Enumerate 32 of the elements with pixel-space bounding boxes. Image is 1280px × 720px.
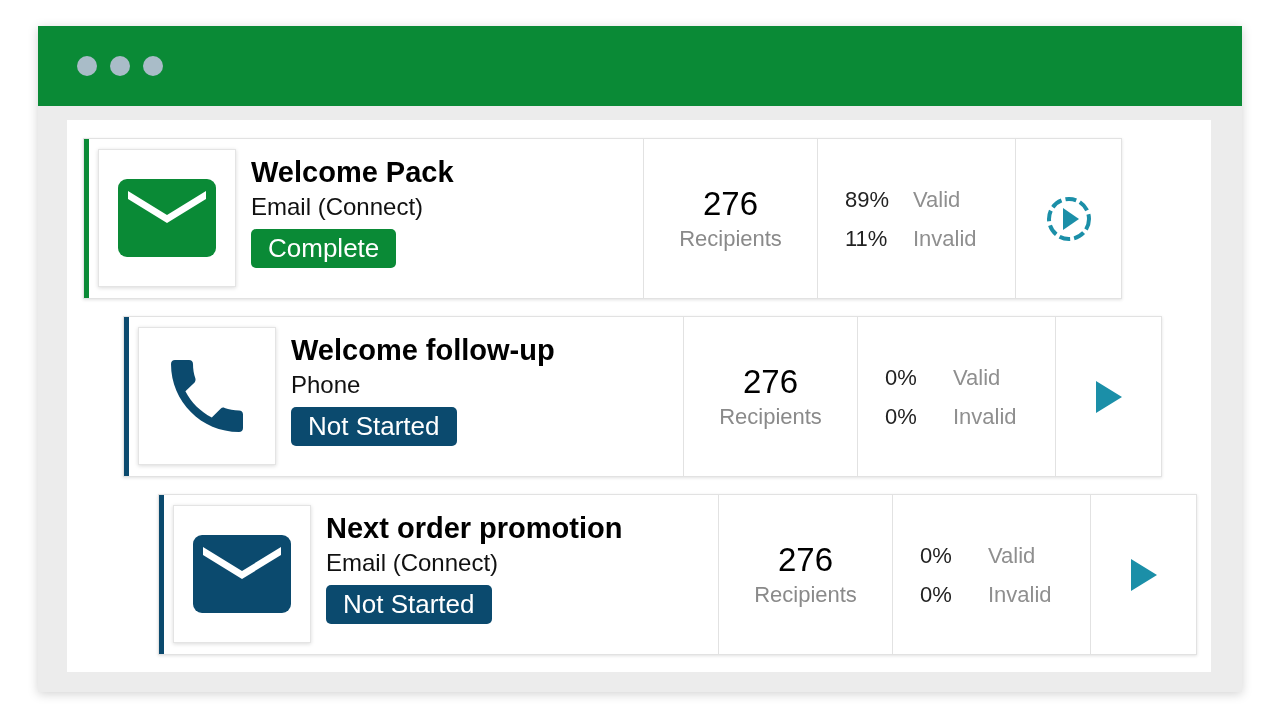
step-title: Welcome Pack — [251, 155, 454, 190]
invalid-percent: 0% — [920, 580, 953, 609]
invalid-percent: 11% — [845, 224, 889, 253]
channel-label: Email (Connect) — [326, 548, 499, 578]
invalid-label: Invalid — [953, 402, 1017, 431]
recipient-label: Recipients — [719, 402, 822, 431]
valid-percent: 0% — [920, 541, 953, 570]
envelope-icon — [193, 535, 291, 613]
recipient-count: 276 — [702, 183, 759, 224]
invalid-label: Invalid — [988, 580, 1052, 609]
recipient-count: 276 — [777, 539, 834, 580]
status-badge: Complete — [251, 229, 397, 268]
valid-label: Valid — [913, 185, 961, 214]
invalid-label: Invalid — [913, 224, 977, 253]
valid-label: Valid — [953, 363, 1001, 392]
channel-label: Email (Connect) — [251, 192, 424, 222]
step-title: Next order promotion — [326, 511, 623, 546]
channel-label: Phone — [291, 370, 361, 400]
valid-percent: 0% — [885, 363, 918, 392]
status-badge: Not Started — [326, 585, 492, 624]
invalid-percent: 0% — [885, 402, 918, 431]
running-play-icon[interactable] — [1045, 195, 1092, 242]
valid-label: Valid — [988, 541, 1036, 570]
recipient-label: Recipients — [679, 224, 782, 253]
play-icon[interactable] — [1095, 380, 1122, 413]
recipient-count: 276 — [742, 361, 799, 402]
status-badge: Not Started — [291, 407, 457, 446]
recipient-label: Recipients — [754, 580, 857, 609]
step-title: Welcome follow-up — [291, 333, 555, 368]
envelope-icon — [118, 179, 216, 257]
play-icon[interactable] — [1130, 558, 1157, 591]
valid-percent: 89% — [845, 185, 891, 214]
